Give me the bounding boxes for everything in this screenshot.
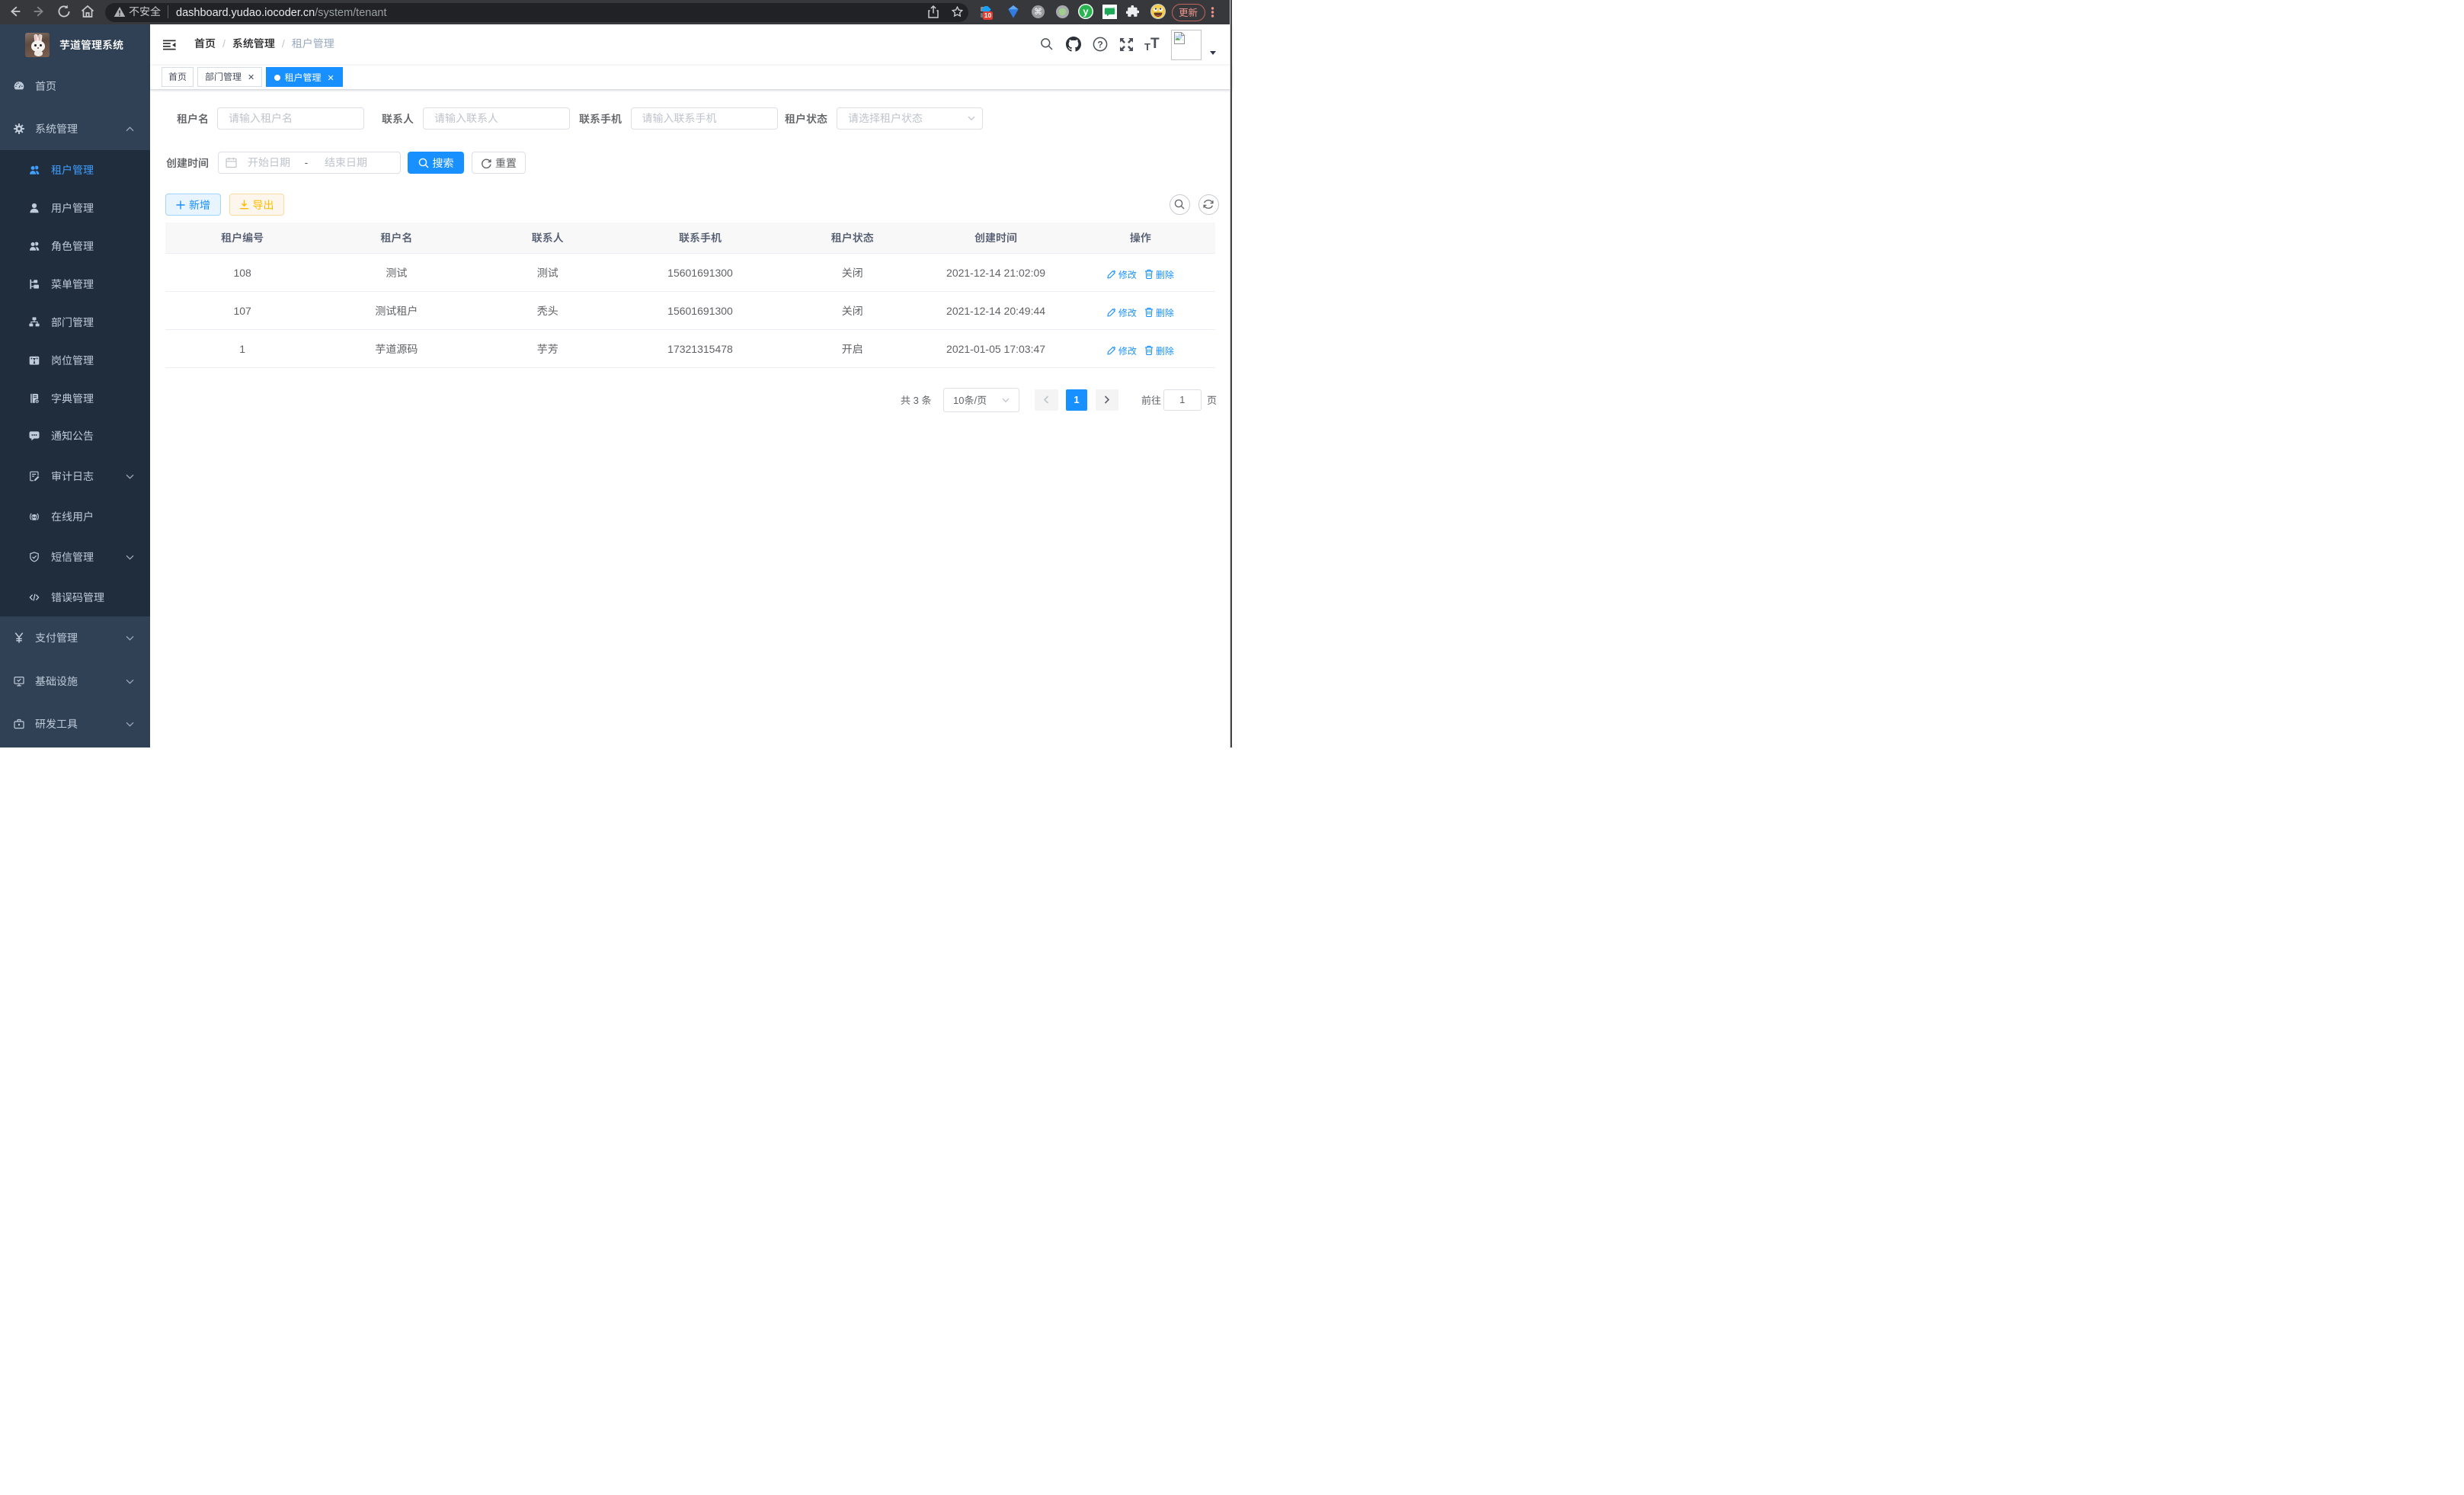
svg-text:y: y	[1083, 6, 1089, 18]
svg-text:⌘: ⌘	[1034, 8, 1042, 17]
svg-text:?: ?	[1097, 39, 1102, 50]
